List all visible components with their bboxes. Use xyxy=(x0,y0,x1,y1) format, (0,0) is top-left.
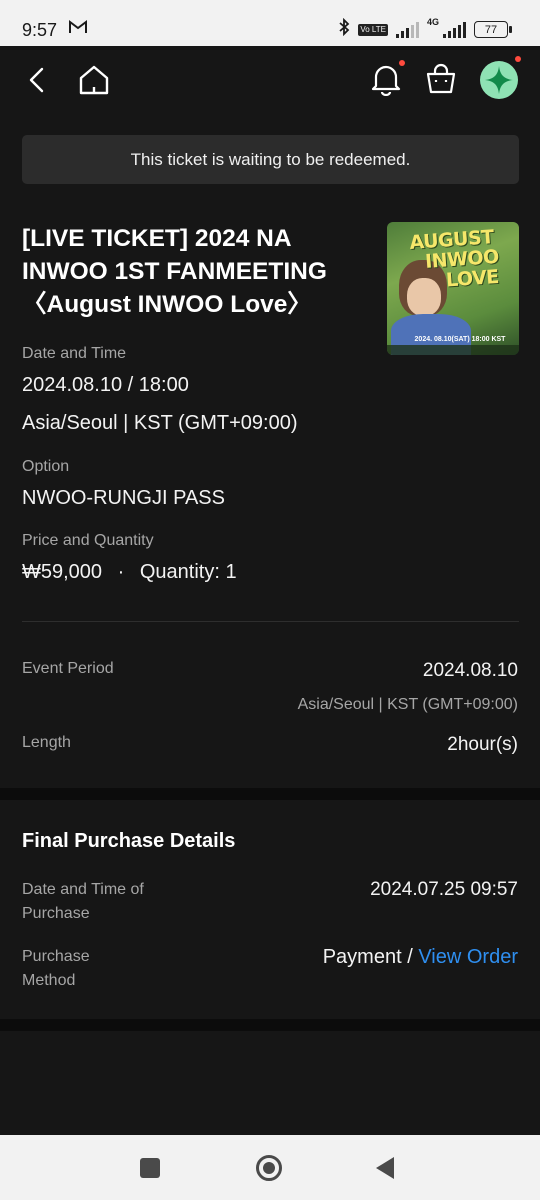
separator-dot: · xyxy=(117,561,125,583)
home-button[interactable] xyxy=(256,1155,282,1181)
network-type: 4G xyxy=(426,17,439,27)
notification-dot xyxy=(399,60,405,66)
status-bar: 9:57 Vo LTE 4G 77 xyxy=(0,0,540,46)
redeem-status-banner: This ticket is waiting to be redeemed. xyxy=(22,135,519,184)
status-icons: Vo LTE 4G 77 xyxy=(338,17,512,41)
price-quantity-label: Price and Quantity xyxy=(22,532,154,549)
purchase-method-value: Payment / View Order xyxy=(323,946,518,969)
back-arrow-icon[interactable] xyxy=(26,66,48,99)
event-period-value: 2024.08.10 xyxy=(422,660,518,681)
purchase-date-label-line1: Date and Time of xyxy=(22,881,144,898)
purchase-date-label-line2: Purchase xyxy=(22,905,90,922)
section-separator-2 xyxy=(0,1019,540,1031)
banner-text: This ticket is waiting to be redeemed. xyxy=(130,149,411,169)
poster-title: AUGUST INWOO LOVE xyxy=(393,226,513,294)
timezone-value: Asia/Seoul | KST (GMT+09:00) xyxy=(22,412,298,434)
purchase-section-title: Final Purchase Details xyxy=(22,830,236,852)
signal-icon-2 xyxy=(443,21,466,38)
app-header xyxy=(0,46,540,116)
bluetooth-icon xyxy=(338,17,350,41)
purchase-date-value: 2024.07.25 09:57 xyxy=(370,879,518,900)
status-time: 9:57 xyxy=(22,20,58,40)
battery-icon: 77 xyxy=(474,21,512,38)
volte-badge: Vo LTE xyxy=(358,23,388,36)
length-value: 2hour(s) xyxy=(447,734,518,755)
event-period-timezone: Asia/Seoul | KST (GMT+09:00) xyxy=(297,696,518,713)
home-icon[interactable] xyxy=(78,64,110,101)
price-value: ₩59,000 xyxy=(22,561,103,583)
poster-strip xyxy=(387,345,519,355)
star-sparkle-icon xyxy=(485,66,513,94)
divider xyxy=(22,621,519,622)
price-quantity-value: ₩59,000 · Quantity: 1 xyxy=(22,561,237,584)
avatar-notification-dot xyxy=(515,56,521,62)
purchase-method-label: Purchase Method xyxy=(22,945,90,993)
signal-icon xyxy=(395,21,419,38)
date-time-label: Date and Time xyxy=(22,345,127,362)
payment-method: Payment / xyxy=(322,946,413,968)
view-order-link[interactable]: View Order xyxy=(418,946,518,968)
poster-date: 2024. 08.10(SAT) 18:00 KST xyxy=(414,336,506,343)
option-value: NWOO-RUNGJI PASS xyxy=(22,487,225,509)
system-nav-bar xyxy=(0,1135,540,1200)
purchase-date-label: Date and Time of Purchase xyxy=(22,878,144,926)
shopping-bag-icon[interactable] xyxy=(425,63,457,100)
event-period-label: Event Period xyxy=(22,660,114,677)
recents-button[interactable] xyxy=(140,1158,160,1178)
ticket-title: [LIVE TICKET] 2024 NA INWOO 1ST FANMEETI… xyxy=(22,225,327,318)
length-label: Length xyxy=(22,734,71,751)
quantity-value: Quantity: 1 xyxy=(139,561,237,583)
section-separator xyxy=(0,788,540,800)
bell-icon[interactable] xyxy=(370,62,402,101)
date-time-value: 2024.08.10 / 18:00 xyxy=(22,374,189,396)
option-label: Option xyxy=(22,458,70,475)
purchase-method-label-line2: Method xyxy=(22,972,76,989)
avatar[interactable] xyxy=(480,61,518,99)
purchase-method-label-line1: Purchase xyxy=(22,948,90,965)
back-button[interactable] xyxy=(376,1157,394,1179)
ticket-poster[interactable]: AUGUST INWOO LOVE 2024. 08.10(SAT) 18:00… xyxy=(387,222,519,355)
gmail-icon xyxy=(69,20,87,39)
battery-level: 77 xyxy=(484,23,498,36)
